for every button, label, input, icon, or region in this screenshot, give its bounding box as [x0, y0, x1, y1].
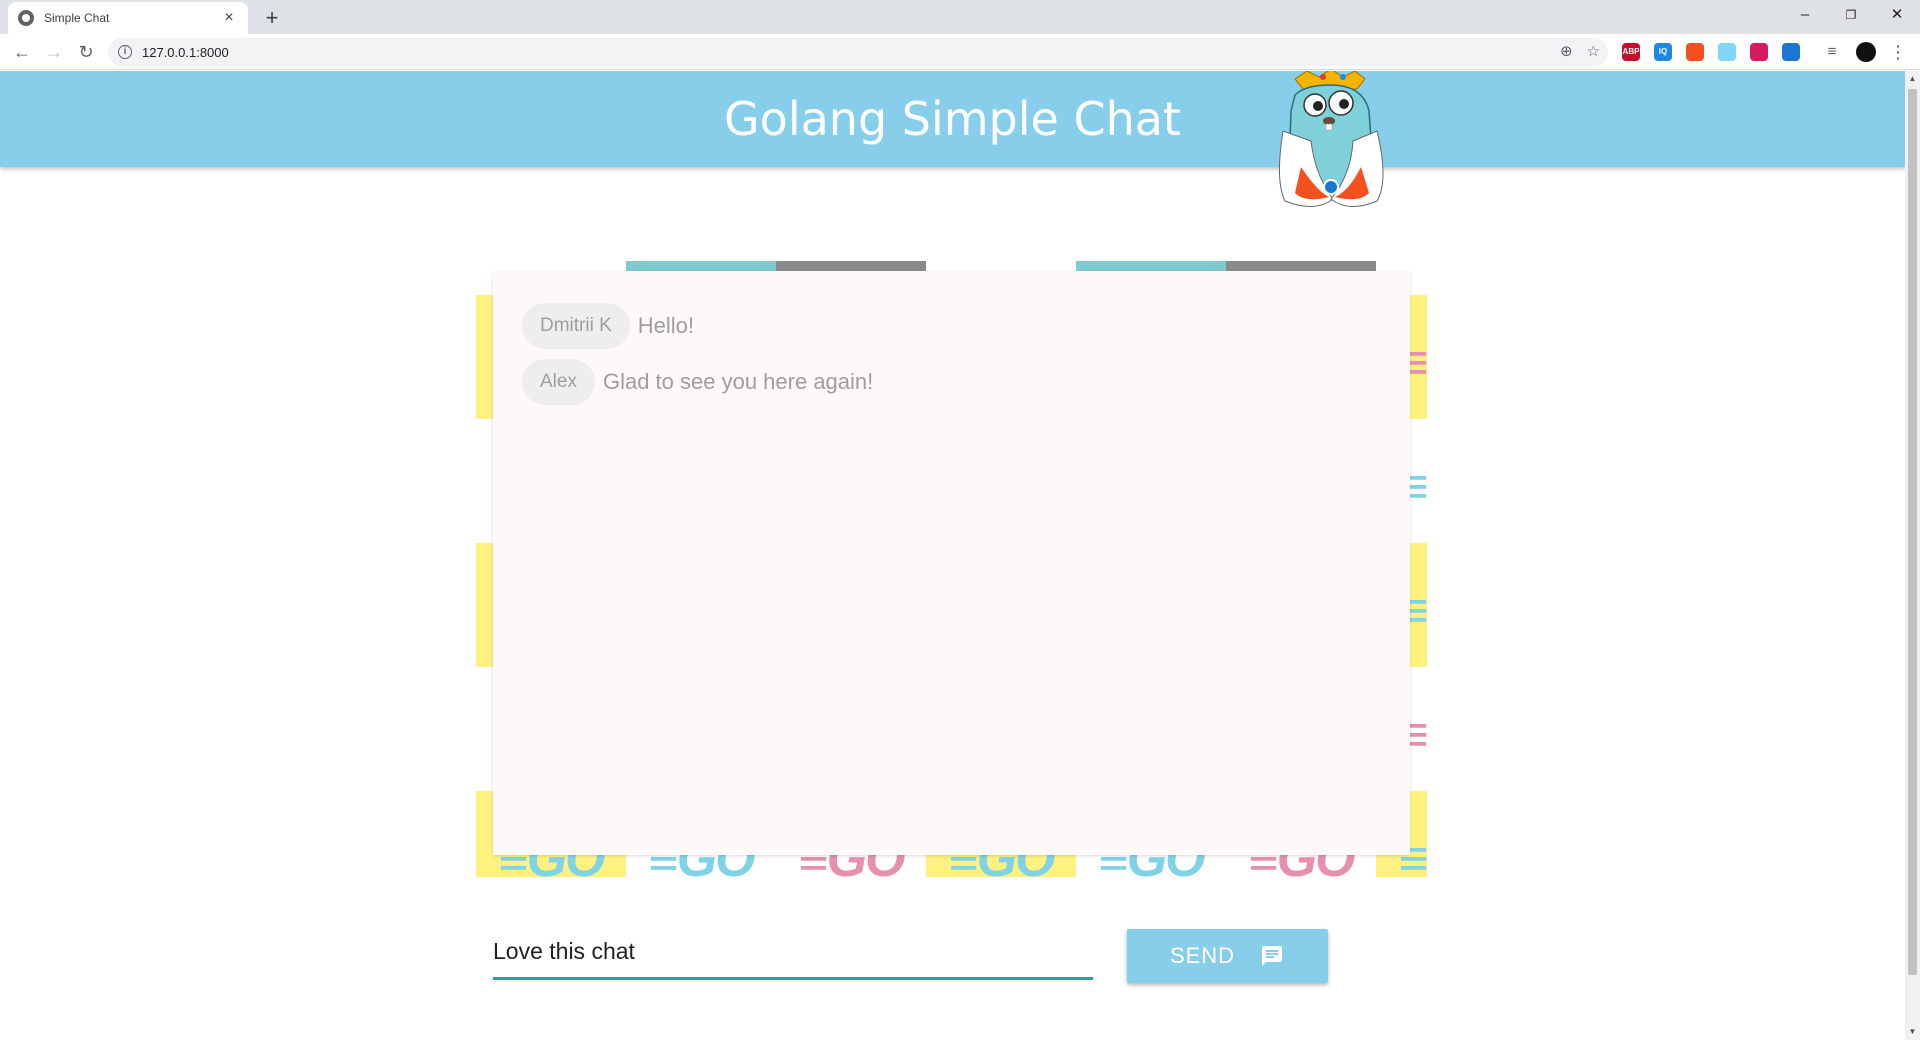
zoom-icon[interactable]: ⊕	[1560, 42, 1573, 60]
menu-icon[interactable]: ⋮	[1884, 38, 1912, 66]
url-text: 127.0.0.1:8000	[142, 44, 229, 60]
tab-close-icon[interactable]: ×	[220, 9, 238, 27]
message-text: Glad to see you here again!	[602, 369, 874, 394]
page: Golang Simple Chat ≡GO≡GO≡GO≡GO≡GO≡GO≡GO…	[0, 71, 1905, 1040]
author-chip: Dmitrii K	[522, 303, 630, 349]
adblock-plus-icon[interactable]: ABP	[1622, 43, 1640, 61]
address-bar[interactable]: i 127.0.0.1:8000 ⊕ ☆	[108, 38, 1608, 66]
send-button[interactable]: SEND	[1127, 929, 1328, 983]
send-label: SEND	[1169, 943, 1236, 968]
restore-button[interactable]: ❐	[1828, 0, 1874, 30]
iq-icon[interactable]: IQ	[1654, 43, 1672, 61]
back-icon[interactable]: ←	[8, 38, 36, 66]
gopher-king-mascot	[1278, 71, 1384, 207]
close-window-button[interactable]: ✕	[1874, 0, 1920, 30]
message-row: Alex Glad to see you here again!	[522, 359, 873, 405]
scroll-up-icon[interactable]: ▲	[1905, 71, 1920, 87]
fire-icon[interactable]	[1686, 43, 1704, 61]
tab-title: Simple Chat	[44, 11, 110, 25]
media-icon[interactable]: ≡	[1818, 38, 1846, 66]
message-input[interactable]	[493, 926, 1093, 977]
message-row: Dmitrii K Hello!	[522, 303, 694, 349]
cloud-icon[interactable]	[1718, 43, 1736, 61]
star-icon[interactable]: ☆	[1587, 42, 1600, 60]
avatar[interactable]	[1852, 38, 1880, 66]
message-text: Hello!	[637, 313, 695, 338]
minimize-button[interactable]: –	[1782, 0, 1828, 30]
globe-icon	[18, 10, 34, 26]
chat-messages-panel: Dmitrii K Hello! Alex Glad to see you he…	[493, 271, 1410, 855]
square-icon[interactable]	[1782, 43, 1800, 61]
message-icon	[1262, 946, 1283, 966]
author-chip: Alex	[522, 359, 595, 405]
browser-toolbar: ← → ↻ i 127.0.0.1:8000 ⊕ ☆ ABP IQ ≡ ⋮	[0, 34, 1920, 70]
instagram-icon[interactable]	[1750, 43, 1768, 61]
browser-tab[interactable]: Simple Chat ×	[8, 2, 248, 34]
new-tab-button[interactable]: +	[258, 4, 286, 32]
app-header: Golang Simple Chat	[0, 71, 1905, 167]
page-title: Golang Simple Chat	[724, 92, 1181, 146]
message-input-wrapper	[493, 926, 1093, 980]
tab-strip: Simple Chat × + – ❐ ✕	[0, 0, 1920, 34]
page-scrollbar[interactable]: ▲ ▼	[1905, 71, 1920, 1040]
scroll-down-icon[interactable]: ▼	[1905, 1024, 1920, 1040]
reload-icon[interactable]: ↻	[72, 38, 100, 66]
forward-icon[interactable]: →	[40, 38, 68, 66]
scroll-thumb[interactable]	[1908, 89, 1917, 975]
info-icon[interactable]: i	[118, 45, 132, 59]
